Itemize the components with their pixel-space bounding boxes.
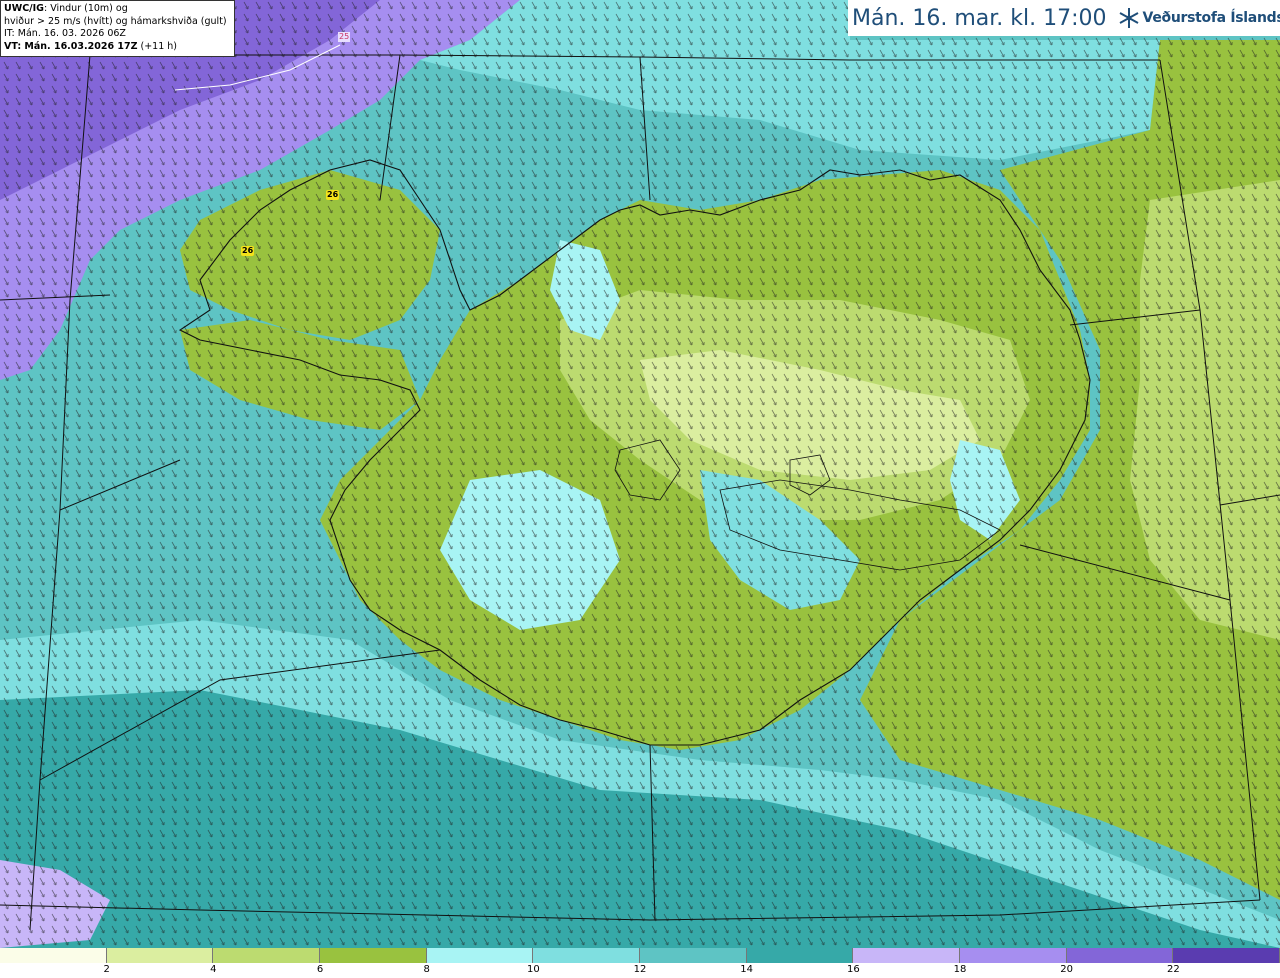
legend-tick-label: 8 [423,964,430,975]
wind-arrows [0,0,1280,948]
contour-label-25: 25 [338,32,351,42]
product-code: UWC/IG [4,3,44,14]
legend-swatch [746,948,854,963]
agency-name: Veðurstofa Íslands [1142,10,1280,26]
legend-tick-label: 22 [1166,964,1180,975]
wind-map [0,0,1280,948]
valid-time-code: VT: Mán. 16.03.2026 17Z [4,40,138,52]
weather-map-view: 26 26 25 UWC/IG: Vindur (10m) og hviður … [0,0,1280,978]
legend-tick-label: 18 [953,964,967,975]
valid-time-title: Mán. 16. mar. kl. 17:00 [852,5,1107,31]
legend-swatch [213,948,321,963]
snowflake-logo-icon [1119,8,1139,28]
max-gust-label-1: 26 [326,190,340,200]
legend-tick-label: 6 [316,964,324,975]
legend-tick-label: 20 [1060,964,1074,975]
wind-speed-legend: 2 4 6 8 10 12 14 16 18 20 22 [0,948,1280,978]
legend-swatch [106,948,214,963]
legend-tick-label: 16 [846,964,860,975]
legend-swatch [0,948,107,963]
legend-tick-label: 14 [740,964,754,975]
legend-swatch [960,948,1067,963]
legend-tick-label: 2 [103,964,110,975]
forecast-info-box: UWC/IG: Vindur (10m) og hviður > 25 m/s … [0,0,235,57]
legend-tick-label: 12 [633,964,647,975]
legend-swatches [0,948,1280,963]
legend-tick-label: 10 [526,964,540,975]
info-line-2: hviður > 25 m/s (hvítt) og hámarkshviða … [4,15,227,27]
info-line-1: UWC/IG: Vindur (10m) og [4,3,231,16]
legend-swatch [426,948,534,963]
agency-logo: Veðurstofa Íslands [1119,7,1280,29]
info-line-3: IT: Mán. 16. 03. 2026 06Z [4,28,126,39]
legend-swatch [320,948,427,963]
info-line-4: VT: Mán. 16.03.2026 17Z (+11 h) [4,41,231,54]
lead-time: (+11 h) [137,40,178,52]
legend-tick-labels: 2 4 6 8 10 12 14 16 18 20 22 [0,964,1280,978]
product-description: : Vindur (10m) og [43,3,128,14]
legend-swatch [1173,948,1280,963]
legend-swatch [1066,948,1174,963]
legend-swatch [853,948,961,963]
legend-swatch [640,948,747,963]
title-bar: Mán. 16. mar. kl. 17:00 Veðurstofa Íslan… [848,0,1280,36]
legend-tick-label: 4 [210,964,217,975]
max-gust-label-2: 26 [241,246,255,256]
legend-swatch [533,948,641,963]
